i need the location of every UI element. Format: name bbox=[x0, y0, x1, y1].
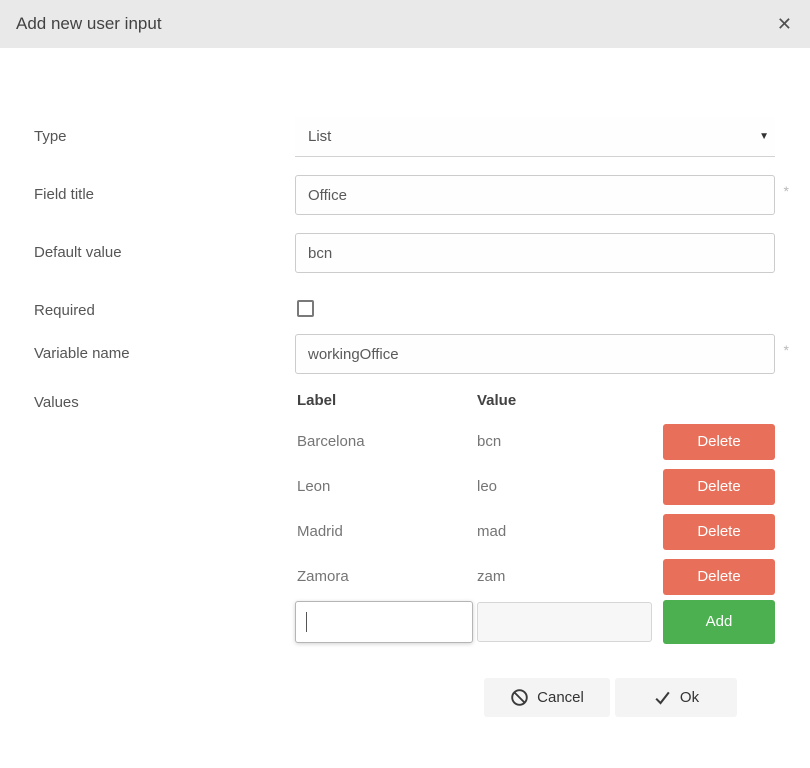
delete-button[interactable]: Delete bbox=[663, 559, 775, 595]
text-cursor bbox=[306, 612, 307, 632]
table-row: Barcelona bcn Delete bbox=[295, 419, 775, 464]
type-select-value: List bbox=[308, 128, 331, 145]
cancel-button[interactable]: Cancel bbox=[484, 678, 610, 717]
table-row: Madrid mad Delete bbox=[295, 509, 775, 554]
required-asterisk: * bbox=[784, 183, 789, 199]
row-value-cell: mad bbox=[477, 523, 661, 540]
row-label-cell: Madrid bbox=[295, 523, 477, 540]
column-header-label: Label bbox=[295, 392, 477, 409]
variable-name-input[interactable] bbox=[295, 334, 775, 374]
dialog-header: Add new user input ✕ bbox=[0, 0, 810, 48]
required-asterisk: * bbox=[784, 342, 789, 358]
variable-name-label: Variable name bbox=[34, 334, 295, 374]
row-label-cell: Barcelona bbox=[295, 433, 477, 450]
table-row: Zamora zam Delete bbox=[295, 554, 775, 599]
chevron-down-icon: ▼ bbox=[759, 131, 769, 142]
type-label: Type bbox=[34, 117, 295, 157]
required-row: Required bbox=[34, 291, 775, 322]
column-header-value: Value bbox=[477, 392, 661, 409]
values-label: Values bbox=[34, 392, 295, 644]
values-table-header: Label Value bbox=[295, 392, 775, 419]
values-row: Values Label Value Barcelona bcn Delete … bbox=[34, 392, 775, 644]
cancel-ban-icon bbox=[510, 688, 529, 707]
delete-button[interactable]: Delete bbox=[663, 469, 775, 505]
required-label: Required bbox=[34, 291, 295, 322]
default-value-row: Default value bbox=[34, 233, 775, 273]
add-button[interactable]: Add bbox=[663, 600, 775, 644]
row-value-cell: leo bbox=[477, 478, 661, 495]
values-table: Label Value Barcelona bcn Delete Leon le… bbox=[295, 392, 775, 644]
new-value-input[interactable] bbox=[477, 602, 652, 642]
cancel-button-label: Cancel bbox=[537, 689, 584, 706]
row-label-cell: Zamora bbox=[295, 568, 477, 585]
type-select[interactable]: List ▼ bbox=[295, 117, 775, 157]
ok-button-label: Ok bbox=[680, 689, 699, 706]
variable-name-row: Variable name * bbox=[34, 334, 775, 374]
check-icon bbox=[653, 688, 672, 707]
row-value-cell: zam bbox=[477, 568, 661, 585]
delete-button[interactable]: Delete bbox=[663, 514, 775, 550]
delete-button[interactable]: Delete bbox=[663, 424, 775, 460]
row-value-cell: bcn bbox=[477, 433, 661, 450]
field-title-label: Field title bbox=[34, 175, 295, 215]
add-user-input-dialog: Add new user input ✕ Type List ▼ Field t… bbox=[0, 0, 810, 768]
default-value-label: Default value bbox=[34, 233, 295, 273]
ok-button[interactable]: Ok bbox=[615, 678, 737, 717]
dialog-footer: Cancel Ok bbox=[34, 644, 775, 717]
new-label-input[interactable] bbox=[295, 601, 473, 643]
row-label-cell: Leon bbox=[295, 478, 477, 495]
field-title-row: Field title * bbox=[34, 175, 775, 215]
field-title-input[interactable] bbox=[295, 175, 775, 215]
required-checkbox[interactable] bbox=[297, 300, 314, 317]
dialog-title: Add new user input bbox=[16, 14, 162, 34]
close-icon[interactable]: ✕ bbox=[777, 15, 792, 33]
type-row: Type List ▼ bbox=[34, 117, 775, 157]
add-value-row: Add bbox=[295, 599, 775, 644]
default-value-input[interactable] bbox=[295, 233, 775, 273]
dialog-body: Type List ▼ Field title * Default value bbox=[0, 48, 810, 717]
table-row: Leon leo Delete bbox=[295, 464, 775, 509]
